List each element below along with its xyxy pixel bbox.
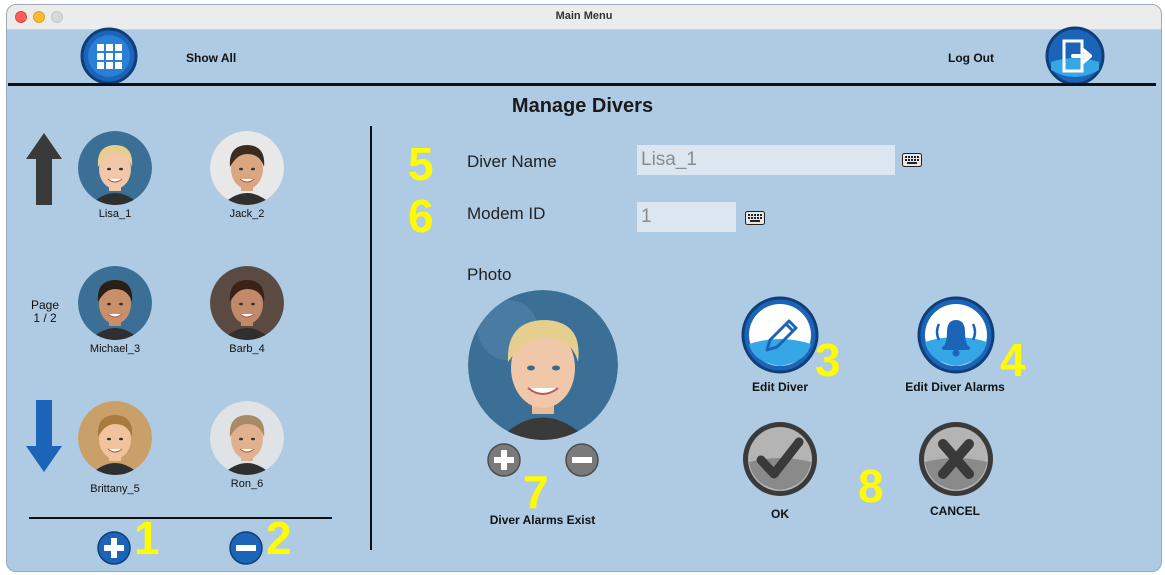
diver-avatar[interactable] — [78, 401, 152, 475]
title-bar: Main Menu — [7, 5, 1161, 30]
edit-diver-alarms-label: Edit Diver Alarms — [905, 380, 1005, 394]
callout-3: 3 — [815, 334, 841, 386]
cancel-label: CANCEL — [930, 504, 980, 518]
page-indicator-value: 1 / 2 — [33, 311, 57, 325]
diver-name-field[interactable] — [637, 145, 895, 175]
diver-photo — [468, 290, 618, 440]
page-indicator: Page 1 / 2 — [22, 299, 68, 325]
diver-avatar[interactable] — [210, 401, 284, 475]
callout-6: 6 — [408, 190, 434, 242]
show-all-label[interactable]: Show All — [186, 51, 236, 65]
diver-avatar[interactable] — [78, 266, 152, 340]
diver-name-keyboard-icon[interactable] — [902, 153, 922, 172]
diver-avatar[interactable] — [210, 266, 284, 340]
log-out-button[interactable] — [1045, 26, 1105, 86]
logout-door-icon — [1045, 26, 1105, 86]
diver-name-label: Michael_3 — [89, 343, 141, 355]
page-title: Manage Divers — [511, 95, 654, 117]
window-title: Main Menu — [555, 10, 613, 22]
diver-name-label: Ron_6 — [230, 478, 264, 490]
pencil-icon — [741, 296, 819, 374]
callout-2: 2 — [266, 512, 292, 564]
diver-avatar[interactable] — [78, 131, 152, 205]
modem-id-label: Modem ID — [467, 204, 546, 223]
cancel-button[interactable] — [917, 420, 995, 498]
alarm-bell-icon — [917, 296, 995, 374]
photo-label: Photo — [467, 265, 512, 284]
callout-4: 4 — [1000, 334, 1026, 386]
callout-8: 8 — [858, 460, 884, 512]
minus-circle-gray-icon — [565, 443, 599, 477]
remove-photo-button[interactable] — [565, 443, 599, 477]
add-photo-button[interactable] — [487, 443, 521, 477]
diver-name-label: Jack_2 — [229, 208, 265, 220]
edit-diver-alarms-button[interactable] — [917, 296, 995, 374]
callout-1: 1 — [134, 512, 160, 564]
modem-id-keyboard-icon[interactable] — [745, 211, 765, 230]
diver-name-label: Barb_4 — [229, 343, 265, 355]
plus-circle-gray-icon — [487, 443, 521, 477]
modem-id-field[interactable] — [637, 202, 736, 232]
callout-7: 7 — [523, 466, 549, 518]
show-all-button[interactable] — [80, 27, 138, 85]
remove-diver-button[interactable] — [229, 531, 263, 565]
toolbar-divider — [8, 83, 1156, 86]
checkmark-icon — [743, 422, 817, 496]
minus-circle-icon — [229, 531, 263, 565]
add-diver-button[interactable] — [97, 531, 131, 565]
scroll-up-arrow-icon[interactable] — [26, 133, 62, 205]
diver-name-label: Lisa_1 — [98, 208, 132, 220]
diver-avatar[interactable] — [210, 131, 284, 205]
grid-icon — [80, 27, 138, 85]
log-out-label[interactable]: Log Out — [948, 51, 994, 65]
diver-name-label: Diver Name — [467, 152, 557, 171]
scroll-down-arrow-icon[interactable] — [26, 400, 62, 472]
x-icon — [919, 422, 993, 496]
edit-diver-button[interactable] — [741, 296, 819, 374]
panel-divider — [370, 126, 372, 550]
diver-name-label: Brittany_5 — [90, 483, 140, 495]
ok-label: OK — [771, 507, 789, 521]
callout-5: 5 — [408, 138, 434, 190]
ok-button[interactable] — [741, 420, 819, 498]
plus-circle-icon — [97, 531, 131, 565]
